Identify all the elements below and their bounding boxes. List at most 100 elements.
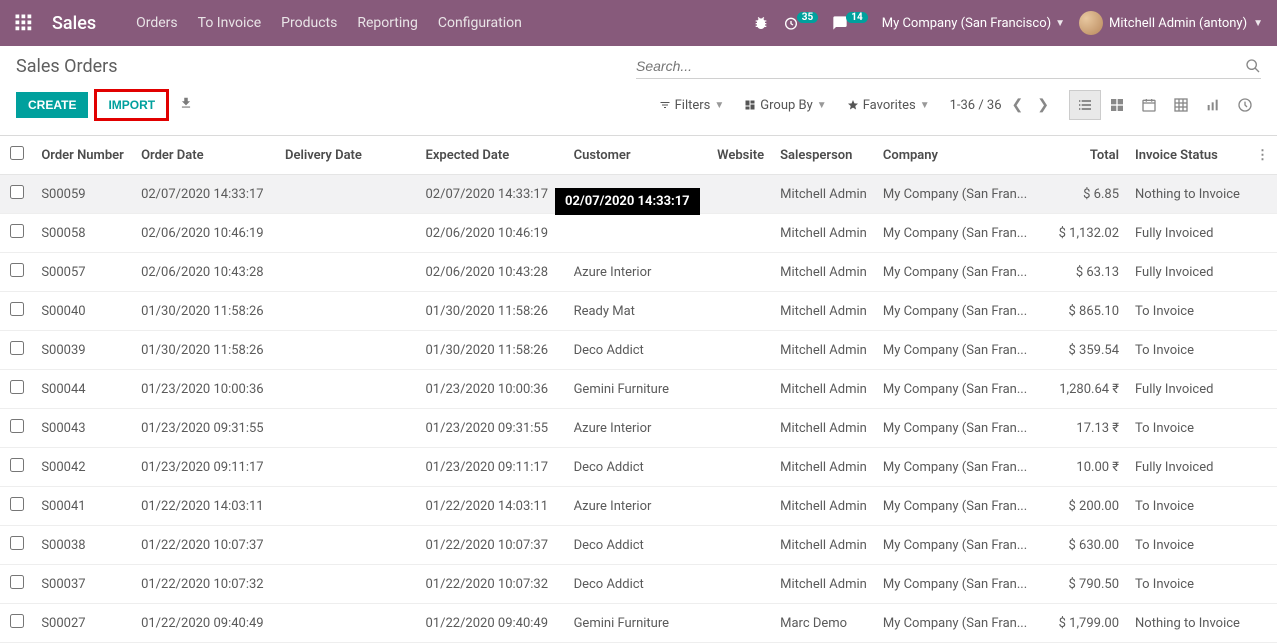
row-checkbox[interactable] bbox=[10, 614, 24, 628]
select-all-checkbox[interactable] bbox=[10, 146, 24, 160]
cell-total: $ 6.85 bbox=[1035, 175, 1127, 214]
cell-total: $ 630.00 bbox=[1035, 526, 1127, 565]
brand-title[interactable]: Sales bbox=[52, 13, 96, 34]
cell-delivery bbox=[277, 214, 418, 253]
company-selector[interactable]: My Company (San Francisco) ▼ bbox=[882, 16, 1065, 31]
table-row[interactable]: S00059 02/07/2020 14:33:17 02/07/2020 14… bbox=[0, 175, 1277, 214]
cell-expected: 01/22/2020 09:40:49 bbox=[417, 604, 565, 643]
table-row[interactable]: S00057 02/06/2020 10:43:28 02/06/2020 10… bbox=[0, 253, 1277, 292]
table-row[interactable]: S00044 01/23/2020 10:00:36 01/23/2020 10… bbox=[0, 370, 1277, 409]
cell-total: $ 200.00 bbox=[1035, 487, 1127, 526]
header-salesperson[interactable]: Salesperson bbox=[772, 136, 875, 175]
view-pivot-button[interactable] bbox=[1165, 90, 1197, 120]
pager-prev[interactable]: ❮ bbox=[1012, 97, 1024, 113]
view-list-button[interactable] bbox=[1069, 90, 1101, 120]
apps-icon[interactable] bbox=[14, 13, 34, 33]
nav-products[interactable]: Products bbox=[281, 15, 337, 31]
pager-next[interactable]: ❯ bbox=[1037, 97, 1049, 113]
cell-order-date: 01/30/2020 11:58:26 bbox=[133, 292, 277, 331]
caret-down-icon: ▼ bbox=[920, 100, 930, 111]
table-row[interactable]: S00042 01/23/2020 09:11:17 01/23/2020 09… bbox=[0, 448, 1277, 487]
view-calendar-button[interactable] bbox=[1133, 90, 1165, 120]
cell-company: My Company (San Fran... bbox=[875, 292, 1035, 331]
view-activity-button[interactable] bbox=[1229, 90, 1261, 120]
nav-configuration[interactable]: Configuration bbox=[438, 15, 522, 31]
cell-salesperson: Mitchell Admin bbox=[772, 565, 875, 604]
row-checkbox[interactable] bbox=[10, 185, 24, 199]
header-expected[interactable]: Expected Date bbox=[417, 136, 565, 175]
header-website[interactable]: Website bbox=[709, 136, 772, 175]
cell-company: My Company (San Fran... bbox=[875, 409, 1035, 448]
cell-order: S00059 bbox=[33, 175, 133, 214]
row-checkbox[interactable] bbox=[10, 380, 24, 394]
cell-customer: Deco Addict bbox=[566, 526, 710, 565]
cell-website bbox=[709, 214, 772, 253]
cell-order-date: 02/06/2020 10:46:19 bbox=[133, 214, 277, 253]
cell-order: S00058 bbox=[33, 214, 133, 253]
table-row[interactable]: S00041 01/22/2020 14:03:11 01/22/2020 14… bbox=[0, 487, 1277, 526]
debug-icon[interactable] bbox=[753, 15, 769, 31]
row-checkbox[interactable] bbox=[10, 224, 24, 238]
row-checkbox[interactable] bbox=[10, 302, 24, 316]
table-row[interactable]: S00043 01/23/2020 09:31:55 01/23/2020 09… bbox=[0, 409, 1277, 448]
table-row[interactable]: S00040 01/30/2020 11:58:26 01/30/2020 11… bbox=[0, 292, 1277, 331]
cell-expected: 01/23/2020 10:00:36 bbox=[417, 370, 565, 409]
kebab-icon[interactable]: ⋮ bbox=[1256, 148, 1269, 163]
header-company[interactable]: Company bbox=[875, 136, 1035, 175]
cell-customer: Deco Addict bbox=[566, 565, 710, 604]
cell-order-date: 01/22/2020 10:07:37 bbox=[133, 526, 277, 565]
cell-website bbox=[709, 292, 772, 331]
search-input[interactable] bbox=[636, 58, 1245, 74]
header-total[interactable]: Total bbox=[1035, 136, 1127, 175]
filters-button[interactable]: Filters ▼ bbox=[659, 98, 725, 113]
import-button[interactable]: IMPORT bbox=[98, 93, 165, 117]
row-checkbox[interactable] bbox=[10, 419, 24, 433]
cell-delivery bbox=[277, 565, 418, 604]
header-delivery[interactable]: Delivery Date bbox=[277, 136, 418, 175]
view-switcher bbox=[1069, 90, 1261, 120]
header-customer[interactable]: Customer bbox=[566, 136, 710, 175]
cell-order-date: 01/23/2020 09:31:55 bbox=[133, 409, 277, 448]
toolbar-right: Filters ▼ Group By ▼ Favorites ▼ 1-36 / … bbox=[659, 90, 1261, 120]
breadcrumb[interactable]: Sales Orders bbox=[16, 56, 118, 77]
cell-delivery bbox=[277, 253, 418, 292]
view-graph-button[interactable] bbox=[1197, 90, 1229, 120]
header-order-date[interactable]: Order Date bbox=[133, 136, 277, 175]
row-checkbox[interactable] bbox=[10, 536, 24, 550]
table-row[interactable]: S00058 02/06/2020 10:46:19 02/06/2020 10… bbox=[0, 214, 1277, 253]
nav-orders[interactable]: Orders bbox=[136, 15, 178, 31]
cell-customer bbox=[566, 214, 710, 253]
row-checkbox[interactable] bbox=[10, 575, 24, 589]
cell-salesperson: Mitchell Admin bbox=[772, 526, 875, 565]
table-row[interactable]: S00027 01/22/2020 09:40:49 01/22/2020 09… bbox=[0, 604, 1277, 643]
search-icon[interactable] bbox=[1245, 58, 1261, 74]
view-kanban-button[interactable] bbox=[1101, 90, 1133, 120]
table-row[interactable]: S00038 01/22/2020 10:07:37 01/22/2020 10… bbox=[0, 526, 1277, 565]
table-row[interactable]: S00039 01/30/2020 11:58:26 01/30/2020 11… bbox=[0, 331, 1277, 370]
cell-expected: 01/22/2020 10:07:37 bbox=[417, 526, 565, 565]
nav-to-invoice[interactable]: To Invoice bbox=[198, 15, 262, 31]
nav-reporting[interactable]: Reporting bbox=[357, 15, 418, 31]
groupby-button[interactable]: Group By ▼ bbox=[744, 98, 826, 113]
row-checkbox[interactable] bbox=[10, 497, 24, 511]
cell-order-date: 01/23/2020 10:00:36 bbox=[133, 370, 277, 409]
user-menu[interactable]: Mitchell Admin (antony) ▼ bbox=[1079, 11, 1263, 35]
row-checkbox[interactable] bbox=[10, 263, 24, 277]
row-checkbox[interactable] bbox=[10, 458, 24, 472]
header-menu[interactable]: ⋮ bbox=[1248, 136, 1277, 175]
header-invoice[interactable]: Invoice Status bbox=[1127, 136, 1248, 175]
table-row[interactable]: S00037 01/22/2020 10:07:32 01/22/2020 10… bbox=[0, 565, 1277, 604]
row-checkbox[interactable] bbox=[10, 341, 24, 355]
chat-icon[interactable]: 14 bbox=[832, 15, 867, 31]
timer-icon[interactable]: 35 bbox=[783, 15, 818, 31]
header-order[interactable]: Order Number bbox=[33, 136, 133, 175]
cell-invoice: Fully Invoiced bbox=[1127, 370, 1248, 409]
create-button[interactable]: CREATE bbox=[16, 92, 88, 118]
cell-invoice: Fully Invoiced bbox=[1127, 253, 1248, 292]
caret-down-icon: ▼ bbox=[1055, 18, 1065, 29]
cell-customer: Gemini Furniture bbox=[566, 604, 710, 643]
cell-order: S00037 bbox=[33, 565, 133, 604]
favorites-button[interactable]: Favorites ▼ bbox=[847, 98, 930, 113]
pager-text[interactable]: 1-36 / 36 bbox=[950, 98, 1002, 113]
download-icon[interactable] bbox=[179, 96, 193, 114]
